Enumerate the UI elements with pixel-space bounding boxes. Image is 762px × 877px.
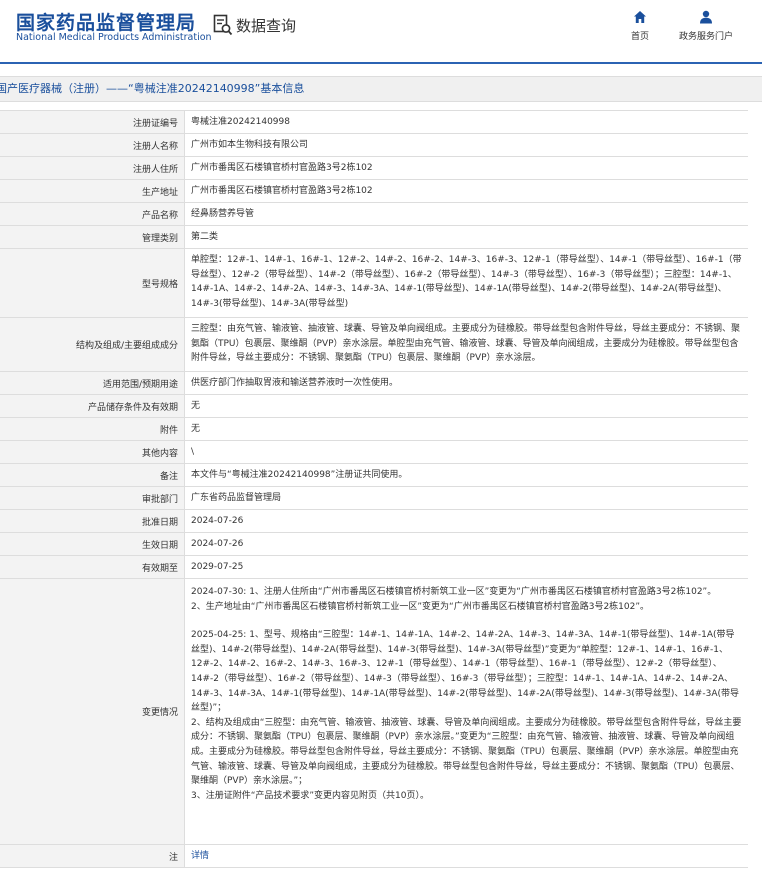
logo-title-en[interactable]: National Medical Products Administration bbox=[16, 32, 212, 43]
table-row-note: 注 详情 bbox=[0, 845, 748, 868]
field-value-dept: 广东省药品监督管理局 bbox=[191, 492, 282, 503]
table-row-usage: 适用范围/预期用途 供医疗部门作抽取胃液和输送营养液时一次性使用。 bbox=[0, 372, 748, 395]
site-header: 国家药品监督管理局 National Medical Products Admi… bbox=[0, 0, 762, 58]
field-value-model: 单腔型：12#-1、14#-1、16#-1、12#-2、14#-2、16#-2、… bbox=[191, 255, 742, 309]
logo-title-cn[interactable]: 国家药品监督管理局 bbox=[16, 8, 196, 35]
table-row-storage: 产品储存条件及有效期 无 bbox=[0, 395, 748, 418]
table-row-approve-date: 批准日期 2024-07-26 bbox=[0, 510, 748, 533]
table-row-effective-date: 生效日期 2024-07-26 bbox=[0, 533, 748, 556]
field-label: 生产地址 bbox=[0, 180, 185, 202]
field-value-note: 详情 bbox=[185, 845, 748, 867]
table-row-reg-no: 注册证编号 粤械注准20242140998 bbox=[0, 111, 748, 134]
change-paragraph: 2、生产地址由“广州市番禺区石楼镇官桥村新筑工业一区”变更为“广州市番禺区石楼镇… bbox=[191, 601, 650, 612]
field-value-other: \ bbox=[191, 446, 195, 457]
field-value-registrant: 广州市如本生物科技有限公司 bbox=[191, 139, 309, 150]
table-row-changes: 变更情况 2024-07-30: 1、注册人住所由“广州市番禺区石楼镇官桥村新筑… bbox=[0, 579, 748, 845]
field-label: 变更情况 bbox=[0, 579, 185, 844]
data-query-heading: 数据查询 bbox=[213, 14, 296, 36]
details-link[interactable]: 详情 bbox=[191, 849, 209, 864]
nav-home-link[interactable]: 首页 bbox=[626, 10, 654, 42]
field-value-effective-date: 2024-07-26 bbox=[191, 538, 244, 549]
field-label: 注册人住所 bbox=[0, 157, 185, 179]
field-value-registrant-addr: 广州市番禺区石楼镇官桥村官盈路3号2栋102 bbox=[191, 162, 373, 173]
table-row-attachment: 附件 无 bbox=[0, 418, 748, 441]
table-row-product-name: 产品名称 经鼻肠营养导管 bbox=[0, 203, 748, 226]
table-row-structure: 结构及组成/主要组成成分 三腔型：由充气管、输液管、抽液管、球囊、导管及单向阀组… bbox=[0, 318, 748, 372]
table-row-dept: 审批部门 广东省药品监督管理局 bbox=[0, 487, 748, 510]
field-label: 注册证编号 bbox=[0, 111, 185, 133]
table-row-registrant-addr: 注册人住所 广州市番禺区石楼镇官桥村官盈路3号2栋102 bbox=[0, 157, 748, 180]
nav-home-label: 首页 bbox=[630, 32, 649, 42]
field-label: 适用范围/预期用途 bbox=[0, 372, 185, 394]
field-value-storage: 无 bbox=[191, 400, 201, 411]
field-label: 产品名称 bbox=[0, 203, 185, 225]
nav-portal-label: 政务服务门户 bbox=[678, 32, 733, 42]
field-label: 型号规格 bbox=[0, 249, 185, 317]
table-row-remark: 备注 本文件与“粤械注准20242140998”注册证共同使用。 bbox=[0, 464, 748, 487]
field-label: 批准日期 bbox=[0, 510, 185, 532]
field-label: 有效期至 bbox=[0, 556, 185, 578]
field-value-remark: 本文件与“粤械注准20242140998”注册证共同使用。 bbox=[191, 469, 408, 480]
field-label: 附件 bbox=[0, 418, 185, 440]
field-label: 注 bbox=[0, 845, 185, 867]
field-value-reg-no: 粤械注准20242140998 bbox=[191, 116, 290, 127]
field-value-structure: 三腔型：由充气管、输液管、抽液管、球囊、导管及单向阀组成。主要成分为硅橡胶。带导… bbox=[191, 324, 741, 363]
detail-table: 注册证编号 粤械注准20242140998 注册人名称 广州市如本生物科技有限公… bbox=[0, 110, 748, 868]
field-label: 结构及组成/主要组成成分 bbox=[0, 318, 185, 371]
nav-portal-link[interactable]: 政务服务门户 bbox=[676, 10, 736, 42]
table-row-model: 型号规格 单腔型：12#-1、14#-1、16#-1、12#-2、14#-2、1… bbox=[0, 249, 748, 318]
change-paragraph: 2025-04-25: 1、型号、规格由“三腔型：14#-1、14#-1A、14… bbox=[191, 630, 739, 714]
field-label: 审批部门 bbox=[0, 487, 185, 509]
field-value-product-name: 经鼻肠营养导管 bbox=[191, 208, 255, 219]
table-row-prod-addr: 生产地址 广州市番禺区石楼镇官桥村官盈路3号2栋102 bbox=[0, 180, 748, 203]
field-value-category: 第二类 bbox=[191, 231, 219, 242]
field-label: 生效日期 bbox=[0, 533, 185, 555]
field-label: 备注 bbox=[0, 464, 185, 486]
home-icon bbox=[634, 11, 646, 23]
document-search-icon bbox=[213, 14, 233, 36]
table-row-registrant: 注册人名称 广州市如本生物科技有限公司 bbox=[0, 134, 748, 157]
record-title-bar: 国产医疗器械（注册）——“粤械注准20242140998”基本信息 bbox=[0, 76, 762, 102]
field-label: 其他内容 bbox=[0, 441, 185, 463]
header-divider bbox=[0, 62, 762, 64]
field-value-prod-addr: 广州市番禺区石楼镇官桥村官盈路3号2栋102 bbox=[191, 185, 373, 196]
field-value-expire-date: 2029-07-25 bbox=[191, 561, 244, 572]
field-value-attachment: 无 bbox=[191, 423, 201, 434]
user-icon bbox=[700, 10, 712, 24]
table-row-category: 管理类别 第二类 bbox=[0, 226, 748, 249]
record-title: 国产医疗器械（注册）——“粤械注准20242140998”基本信息 bbox=[0, 82, 305, 95]
change-paragraph: 2024-07-30: 1、注册人住所由“广州市番禺区石楼镇官桥村新筑工业一区”… bbox=[191, 587, 717, 597]
field-value-approve-date: 2024-07-26 bbox=[191, 515, 244, 526]
field-label: 产品储存条件及有效期 bbox=[0, 395, 185, 417]
table-row-expire-date: 有效期至 2029-07-25 bbox=[0, 556, 748, 579]
field-value-usage: 供医疗部门作抽取胃液和输送营养液时一次性使用。 bbox=[191, 377, 399, 388]
data-query-label: 数据查询 bbox=[236, 16, 297, 35]
table-row-other: 其他内容 \ bbox=[0, 441, 748, 464]
change-paragraph: 2、结构及组成由“三腔型：由充气管、输液管、抽液管、球囊、导管及单向阀组成。主要… bbox=[191, 717, 742, 787]
field-value-changes: 2024-07-30: 1、注册人住所由“广州市番禺区石楼镇官桥村新筑工业一区”… bbox=[185, 579, 748, 844]
field-label: 管理类别 bbox=[0, 226, 185, 248]
field-label: 注册人名称 bbox=[0, 134, 185, 156]
change-paragraph: 3、注册证附件“产品技术要求”变更内容见附页（共10页）。 bbox=[191, 790, 430, 801]
